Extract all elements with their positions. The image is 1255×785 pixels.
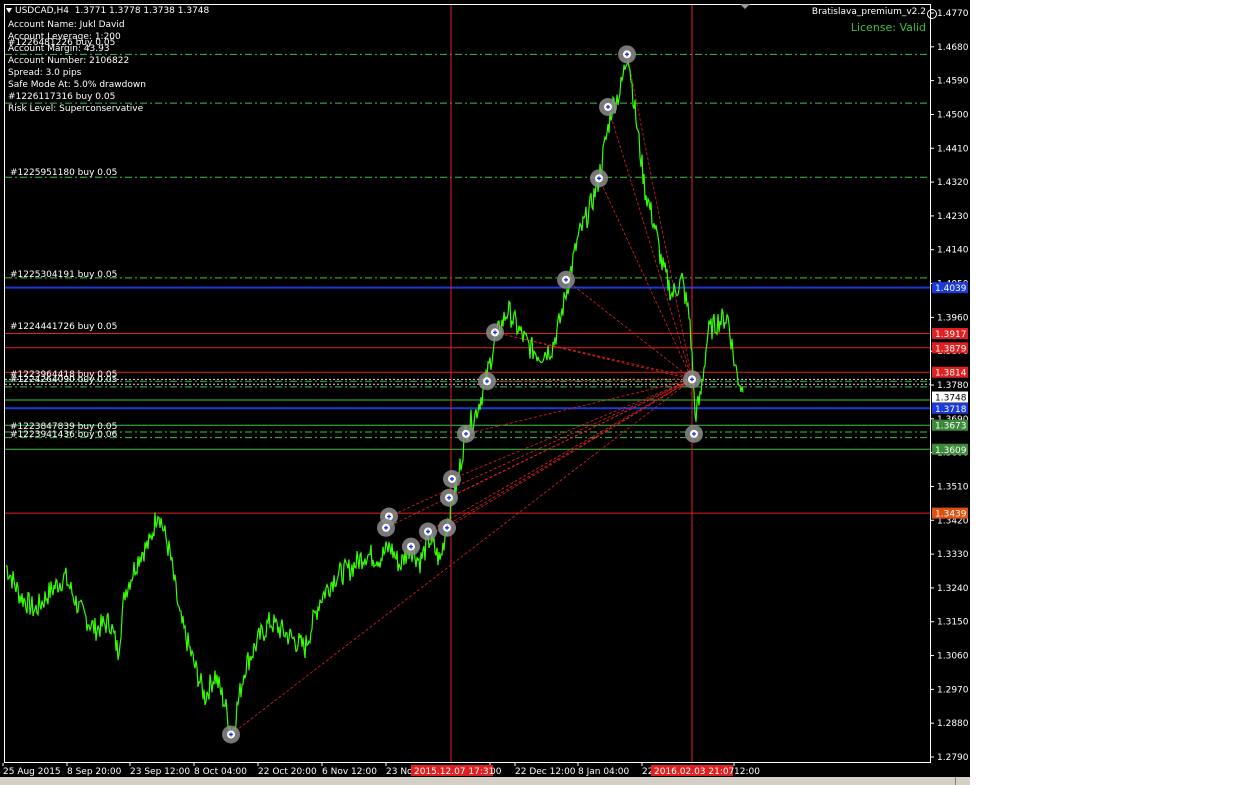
trade-marker xyxy=(457,424,475,443)
time-highlight-label: 2015.12.07 17:31 xyxy=(414,767,494,777)
trade-connector-line xyxy=(494,332,693,378)
info-account-name: Account Name: Jukl David xyxy=(8,20,125,30)
price-tag: 1.3718 xyxy=(932,402,968,415)
price-tag: 1.3439 xyxy=(932,507,968,520)
trade-marker xyxy=(440,488,458,507)
price-axis-label: 1.4410 xyxy=(937,144,969,154)
trade-marker xyxy=(478,372,496,391)
time-highlight: 2015.12.07 17:31 xyxy=(411,765,494,777)
price-axis-label: 1.4680 xyxy=(937,43,969,53)
price-tag-label: 1.3917 xyxy=(935,330,967,340)
price-tag-label: 1.3718 xyxy=(935,405,967,415)
trade-marker xyxy=(419,522,437,541)
trade-connector-line xyxy=(451,378,693,480)
price-axis-label: 1.3330 xyxy=(937,550,969,560)
price-tag: 1.3917 xyxy=(932,328,968,340)
time-highlight-label: 2016.02.03 21:07 xyxy=(654,767,734,777)
order-label: #1225304191 buy 0.05 xyxy=(10,270,118,280)
info-risk-level: Risk Level: Superconservative xyxy=(8,104,144,114)
price-axis-label: 1.3960 xyxy=(937,313,969,323)
price-axis-label: 1.3510 xyxy=(937,482,969,492)
trade-marker xyxy=(599,97,617,116)
price-tag-label: 1.3879 xyxy=(935,344,967,354)
license-status: License: Valid xyxy=(850,21,926,34)
price-tag-label: 1.3673 xyxy=(935,422,967,432)
smiley-icon xyxy=(927,9,937,19)
chart-menu-icon[interactable] xyxy=(6,8,12,13)
price-axis-label: 1.3150 xyxy=(937,618,969,628)
price-axis-label: 1.4500 xyxy=(937,110,969,120)
price-axis-label: 1.2880 xyxy=(937,719,969,729)
scroll-right-button[interactable] xyxy=(955,777,970,785)
time-axis-label: 8 Jan 04:00 xyxy=(578,767,630,777)
price-tag-label: 1.3439 xyxy=(935,510,967,520)
price-series-line xyxy=(5,59,744,738)
trade-marker xyxy=(685,424,703,443)
price-axis-label: 1.4230 xyxy=(937,212,969,222)
trade-marker xyxy=(618,45,636,64)
trade-connector-line xyxy=(448,379,693,499)
order-label: #1225951180 buy 0.05 xyxy=(10,168,118,178)
trade-marker xyxy=(402,537,420,556)
price-axis-label: 1.4140 xyxy=(937,246,969,256)
time-axis-label: 22 Oct 20:00 xyxy=(258,767,317,777)
order-label: #1224264090 buy 0.05 xyxy=(10,375,118,385)
time-axis-label: 22 Dec 12:00 xyxy=(515,767,576,777)
trade-marker xyxy=(443,469,461,488)
chart-header: USDCAD,H4 1.3771 1.3778 1.3738 1.3748 xyxy=(6,6,209,16)
price-tag: 1.4039 xyxy=(932,282,968,294)
price-axis-label: 1.2970 xyxy=(937,685,969,695)
horizontal-scrollbar[interactable] xyxy=(0,777,970,785)
trade-marker xyxy=(377,518,395,537)
info-safe-mode: Safe Mode At: 5.0% drawdown xyxy=(8,80,146,90)
time-axis-label: 23 Sep 12:00 xyxy=(130,767,190,777)
price-tag: 1.3814 xyxy=(932,366,968,379)
price-tag: 1.3879 xyxy=(932,342,968,354)
trade-marker xyxy=(590,169,608,188)
order-label: #1226117316 buy 0.05 xyxy=(8,92,116,102)
trade-marker xyxy=(438,518,456,537)
trade-connector-line xyxy=(607,106,693,380)
time-axis-label: 12:00 xyxy=(734,767,760,777)
order-label: #1224441726 buy 0.05 xyxy=(10,322,118,332)
time-axis-label: 6 Nov 12:00 xyxy=(322,767,377,777)
price-axis-label: 1.3780 xyxy=(937,381,969,391)
time-axis-label: 8 Oct 04:00 xyxy=(194,767,247,777)
price-axis-label: 1.4320 xyxy=(937,178,969,188)
price-tag: 1.3748 xyxy=(932,391,968,404)
price-axis-label: 1.4770 xyxy=(937,9,969,19)
time-axis-label: 25 Aug 2015 xyxy=(3,767,61,777)
price-tag-label: 1.4039 xyxy=(935,284,967,294)
info-account-number: Account Number: 2106822 xyxy=(8,56,130,66)
price-tag-label: 1.3814 xyxy=(935,369,967,379)
price-chart[interactable]: 1.4770 1.4680 1.4590 1.4500 1.4410 1.4320 1.42… xyxy=(0,0,970,785)
order-label: #1223941436 buy 0.06 xyxy=(10,430,118,440)
chart-window[interactable]: 1.4770 1.4680 1.4590 1.4500 1.4410 1.4320 1.42… xyxy=(0,0,970,785)
info-spread: Spread: 3.0 pips xyxy=(8,68,82,78)
price-axis-label: 1.3060 xyxy=(937,652,969,662)
symbol-label: USDCAD,H4 xyxy=(15,6,69,16)
trade-marker xyxy=(222,725,240,744)
price-axis-label: 1.2790 xyxy=(937,753,969,763)
time-axis-label: 8 Sep 20:00 xyxy=(67,767,122,777)
time-axis-label: 23 No xyxy=(386,767,413,777)
price-axis-label: 1.3240 xyxy=(937,584,969,594)
trade-connector-line xyxy=(598,178,693,380)
trade-connector-line xyxy=(427,379,693,532)
trade-connector-line xyxy=(446,379,693,529)
ohlc-values: 1.3771 1.3778 1.3738 1.3748 xyxy=(74,6,210,16)
trade-marker xyxy=(486,323,504,342)
price-tag: 1.3673 xyxy=(932,419,968,432)
time-highlight: 2016.02.03 21:07 xyxy=(651,765,734,777)
trade-marker xyxy=(683,370,701,389)
order-label: #1226481226 buy 0.05 xyxy=(8,38,116,48)
price-tag: 1.3609 xyxy=(932,443,968,456)
price-axis-label: 1.4590 xyxy=(937,77,969,87)
trade-marker xyxy=(557,270,575,289)
price-tag-label: 1.3748 xyxy=(935,394,967,404)
ea-name: Bratislava_premium_v2.2 xyxy=(811,7,926,17)
price-tag-label: 1.3609 xyxy=(935,446,967,456)
